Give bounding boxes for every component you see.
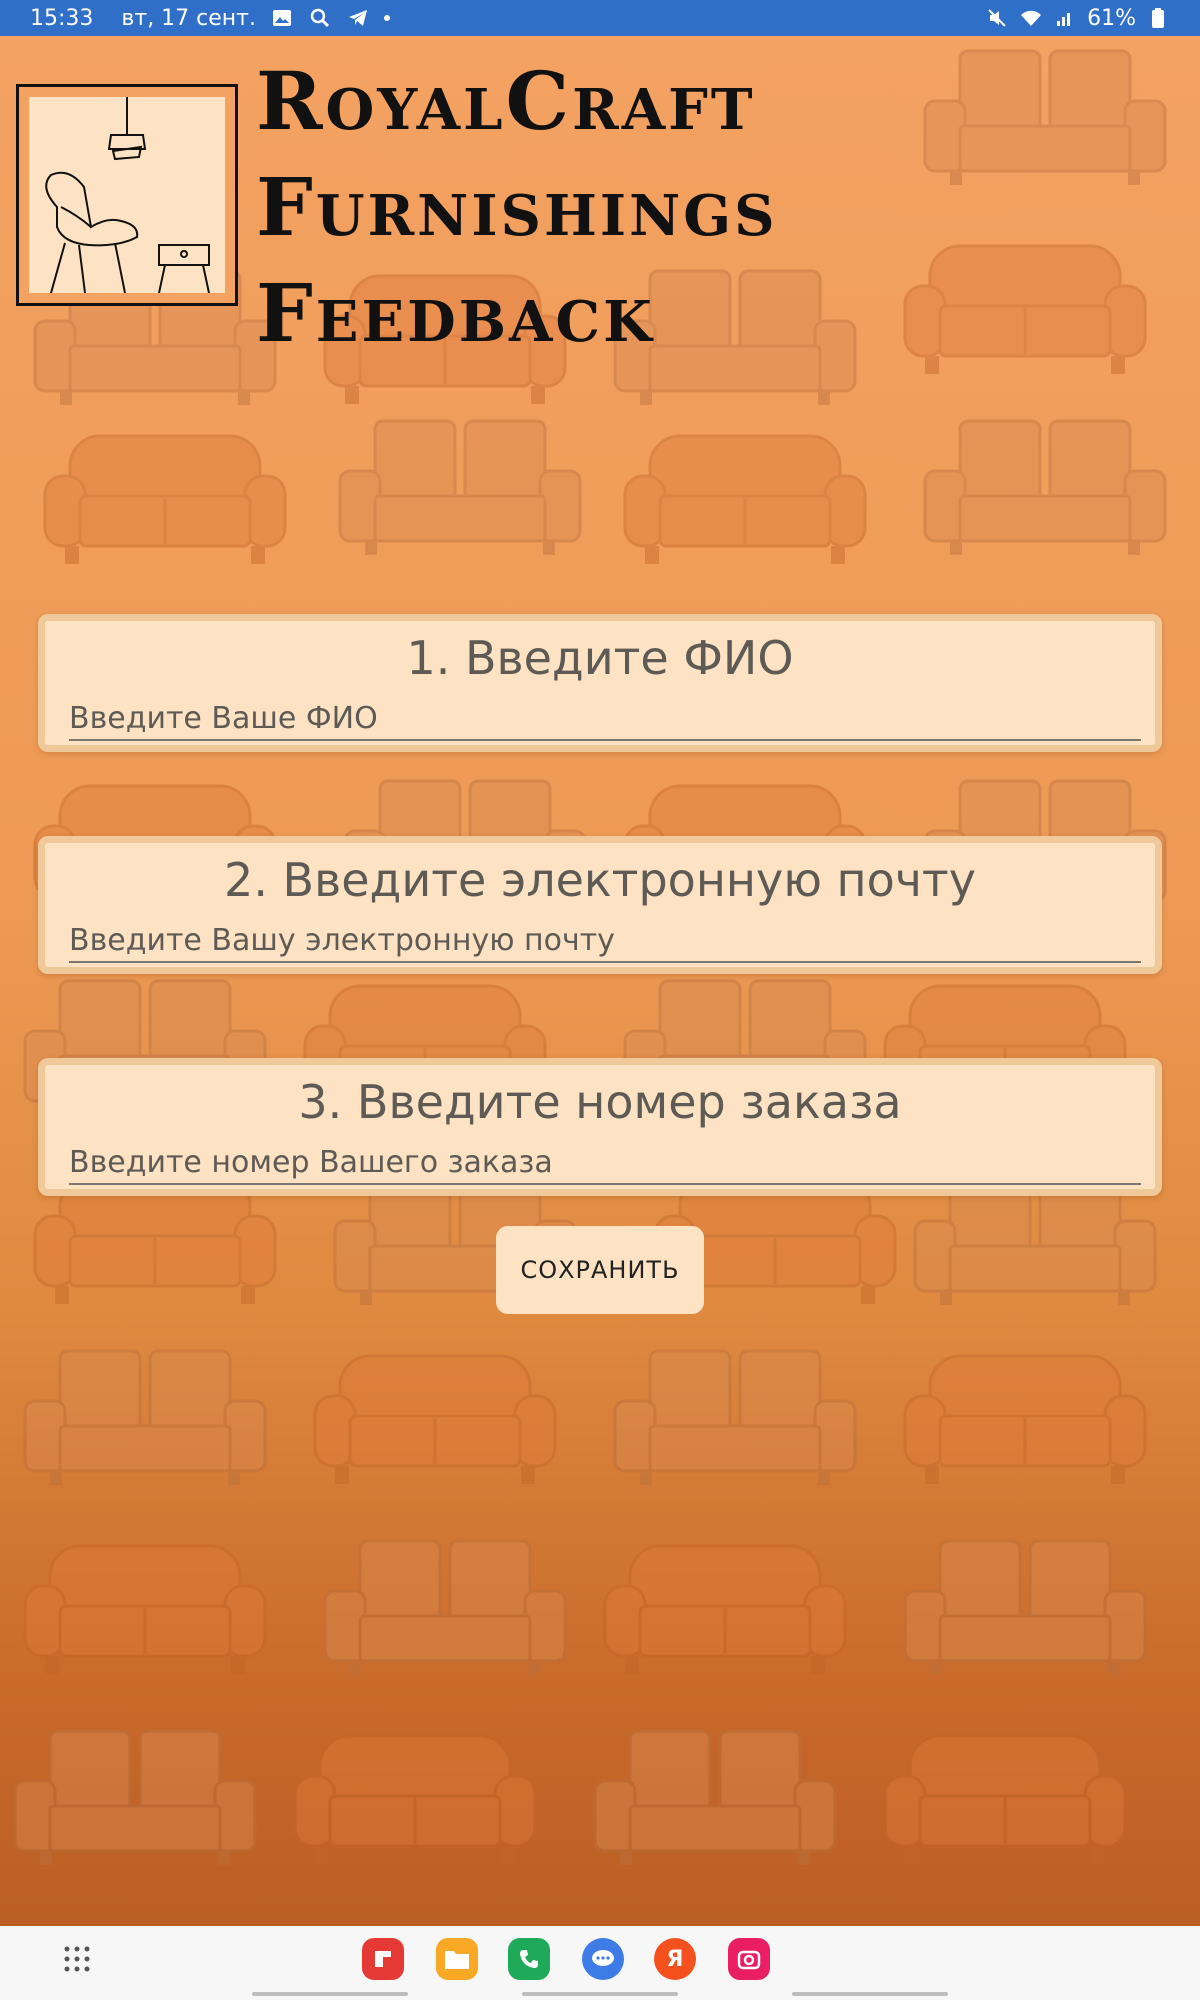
gallery-icon (270, 6, 294, 30)
form-card-order-number: 3. Введите номер заказа (38, 1058, 1162, 1196)
yandex-letter: Я (666, 1946, 684, 1972)
order-number-input[interactable] (69, 1141, 1141, 1185)
status-bar: 15:33 вт, 17 сент. 61% (0, 0, 1200, 36)
sofa-decoration (43, 434, 287, 566)
sofa-decoration (923, 419, 1167, 556)
save-button[interactable]: СОХРАНИТЬ (496, 1226, 704, 1314)
sofa-decoration (903, 1539, 1147, 1676)
signal-icon (1053, 6, 1077, 30)
sofa-decoration (603, 1544, 847, 1676)
title-line-1: RoyalCraft (256, 54, 756, 148)
field-title-full-name: 1. Введите ФИО (406, 631, 794, 685)
sofa-decoration (23, 1349, 267, 1486)
battery-percent: 61% (1087, 5, 1136, 31)
sofa-decoration (13, 1729, 257, 1866)
logo (16, 84, 238, 306)
chair-lamp-logo-icon (29, 97, 225, 294)
nav-recent-bar[interactable] (252, 1992, 408, 1996)
notification-dot-icon (383, 15, 390, 21)
wifi-icon (1019, 6, 1043, 30)
sofa-decoration (23, 1544, 267, 1676)
title-line-2: Furnishings (256, 160, 778, 254)
telegram-icon (346, 6, 370, 30)
apps-grid-icon[interactable] (64, 1946, 90, 1972)
search-icon (308, 6, 332, 30)
sofa-decoration (903, 1354, 1147, 1486)
sofa-decoration (338, 419, 582, 556)
full-name-input[interactable] (69, 697, 1141, 741)
phone-app-icon[interactable] (508, 1938, 550, 1980)
nav-home-bar[interactable] (522, 1992, 678, 1996)
battery-icon (1146, 6, 1170, 30)
page-title: RoyalCraft Furnishings Feedback (256, 48, 1156, 366)
flipboard-app-icon[interactable] (362, 1938, 404, 1980)
field-title-email: 2. Введите электронную почту (224, 853, 976, 907)
nav-back-bar[interactable] (792, 1992, 948, 1996)
sofa-decoration (593, 1729, 837, 1866)
bottom-dock: Я (0, 1926, 1200, 2000)
files-app-icon[interactable] (436, 1938, 478, 1980)
status-time: 15:33 (30, 5, 94, 31)
sofa-decoration (623, 434, 867, 566)
sofa-decoration (883, 1734, 1127, 1866)
form-card-email: 2. Введите электронную почту (38, 836, 1162, 974)
sofa-decoration (293, 1734, 537, 1866)
title-line-3: Feedback (256, 266, 655, 360)
mute-icon (985, 6, 1009, 30)
yandex-app-icon[interactable]: Я (654, 1938, 696, 1980)
camera-app-icon[interactable] (728, 1938, 770, 1980)
status-date: вт, 17 сент. (121, 5, 256, 31)
sofa-decoration (323, 1539, 567, 1676)
messages-app-icon[interactable] (582, 1938, 624, 1980)
form-card-full-name: 1. Введите ФИО (38, 614, 1162, 752)
sofa-decoration (613, 1349, 857, 1486)
sofa-decoration (313, 1354, 557, 1486)
field-title-order-number: 3. Введите номер заказа (298, 1075, 902, 1129)
email-input[interactable] (69, 919, 1141, 963)
